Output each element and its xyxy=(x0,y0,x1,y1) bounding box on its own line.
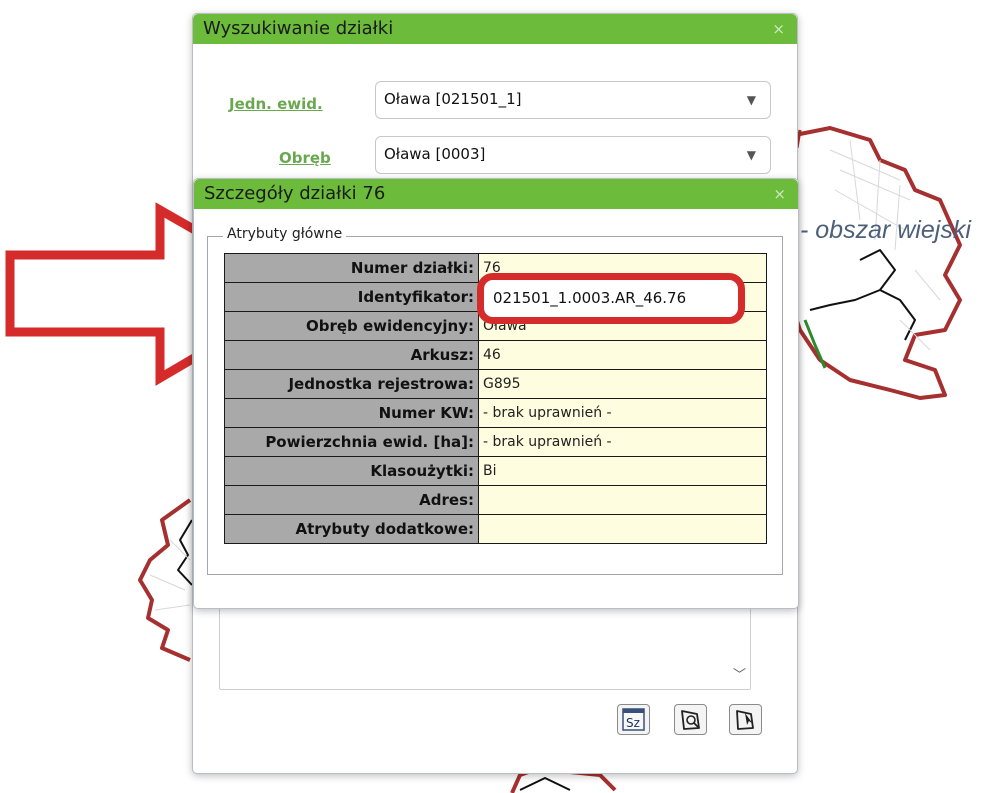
registry-unit-value: Oława [021501_1] xyxy=(384,90,522,108)
table-row: Numer KW: - brak uprawnień - xyxy=(224,398,767,428)
dropdown-arrow-icon[interactable]: ▼ xyxy=(747,148,756,162)
table-row: Jednostka rejestrowa: G895 xyxy=(224,369,767,399)
parcel-details-titlebar[interactable]: Szczegóły działki 76 × xyxy=(194,179,798,209)
identifier-highlight: 021501_1.0003.AR_46.76 xyxy=(477,273,745,324)
parcel-select-icon xyxy=(736,710,754,730)
dropdown-arrow-icon[interactable]: ▼ xyxy=(747,93,756,107)
chevron-down-icon[interactable]: ﹀ xyxy=(733,664,746,683)
attribute-value xyxy=(478,485,767,515)
precinct-value: Oława [0003] xyxy=(384,145,486,163)
attribute-key: Arkusz: xyxy=(224,340,479,370)
map-select-button[interactable] xyxy=(729,704,762,735)
attribute-value xyxy=(478,514,767,544)
table-row: Adres: xyxy=(224,485,767,515)
map-boundary-left xyxy=(138,498,192,662)
attribute-key: Powierzchnia ewid. [ha]: xyxy=(224,427,479,457)
table-row: Arkusz: 46 xyxy=(224,340,767,370)
parcel-search-icon xyxy=(681,710,700,730)
attribute-key: Jednostka rejestrowa: xyxy=(224,369,479,399)
attribute-key: Obręb ewidencyjny: xyxy=(224,311,479,341)
results-list[interactable]: ﹀ xyxy=(219,596,751,690)
map-boundary-inner xyxy=(809,249,896,311)
attribute-value: - brak uprawnień - xyxy=(478,427,767,457)
details-button[interactable]: Sz xyxy=(617,704,650,735)
registry-unit-label[interactable]: Jedn. ewid. xyxy=(229,95,323,113)
attribute-key: Numer działki: xyxy=(224,253,479,283)
attribute-value: Bi xyxy=(478,456,767,486)
attribute-key: Klasoużytki: xyxy=(224,456,479,486)
attribute-key: Adres: xyxy=(224,485,479,515)
map-area-label: - obszar wiejski xyxy=(800,216,971,244)
main-attributes-legend: Atrybuty główne xyxy=(223,226,347,242)
close-icon[interactable]: × xyxy=(772,20,785,38)
attribute-key: Numer KW: xyxy=(224,398,479,428)
parcel-details-title: Szczegóły działki 76 xyxy=(204,183,386,204)
map-search-button[interactable] xyxy=(674,704,707,735)
map-boundary-right xyxy=(788,126,962,400)
svg-text:Sz: Sz xyxy=(626,716,640,730)
parcel-search-title: Wyszukiwanie działki xyxy=(203,18,394,39)
attribute-value: 46 xyxy=(478,340,767,370)
precinct-label[interactable]: Obręb xyxy=(279,149,331,167)
precinct-select[interactable]: Oława [0003] ▼ xyxy=(375,136,771,174)
table-row: Klasoużytki: Bi xyxy=(224,456,767,486)
identifier-value: 021501_1.0003.AR_46.76 xyxy=(493,289,687,307)
map-boundary-inner-2 xyxy=(879,289,916,341)
table-row: Atrybuty dodatkowe: xyxy=(224,514,767,544)
attribute-key: Atrybuty dodatkowe: xyxy=(224,514,479,544)
results-scrollbar[interactable]: ﹀ xyxy=(728,597,750,689)
close-icon[interactable]: × xyxy=(773,185,786,203)
attribute-value: - brak uprawnień - xyxy=(478,398,767,428)
attribute-value: G895 xyxy=(478,369,767,399)
attribute-key: Identyfikator: xyxy=(224,282,479,312)
parcel-search-titlebar[interactable]: Wyszukiwanie działki × xyxy=(193,14,797,44)
details-icon: Sz xyxy=(622,708,645,731)
registry-unit-select[interactable]: Oława [021501_1] ▼ xyxy=(375,81,771,119)
table-row: Powierzchnia ewid. [ha]: - brak uprawnień… xyxy=(224,427,767,457)
